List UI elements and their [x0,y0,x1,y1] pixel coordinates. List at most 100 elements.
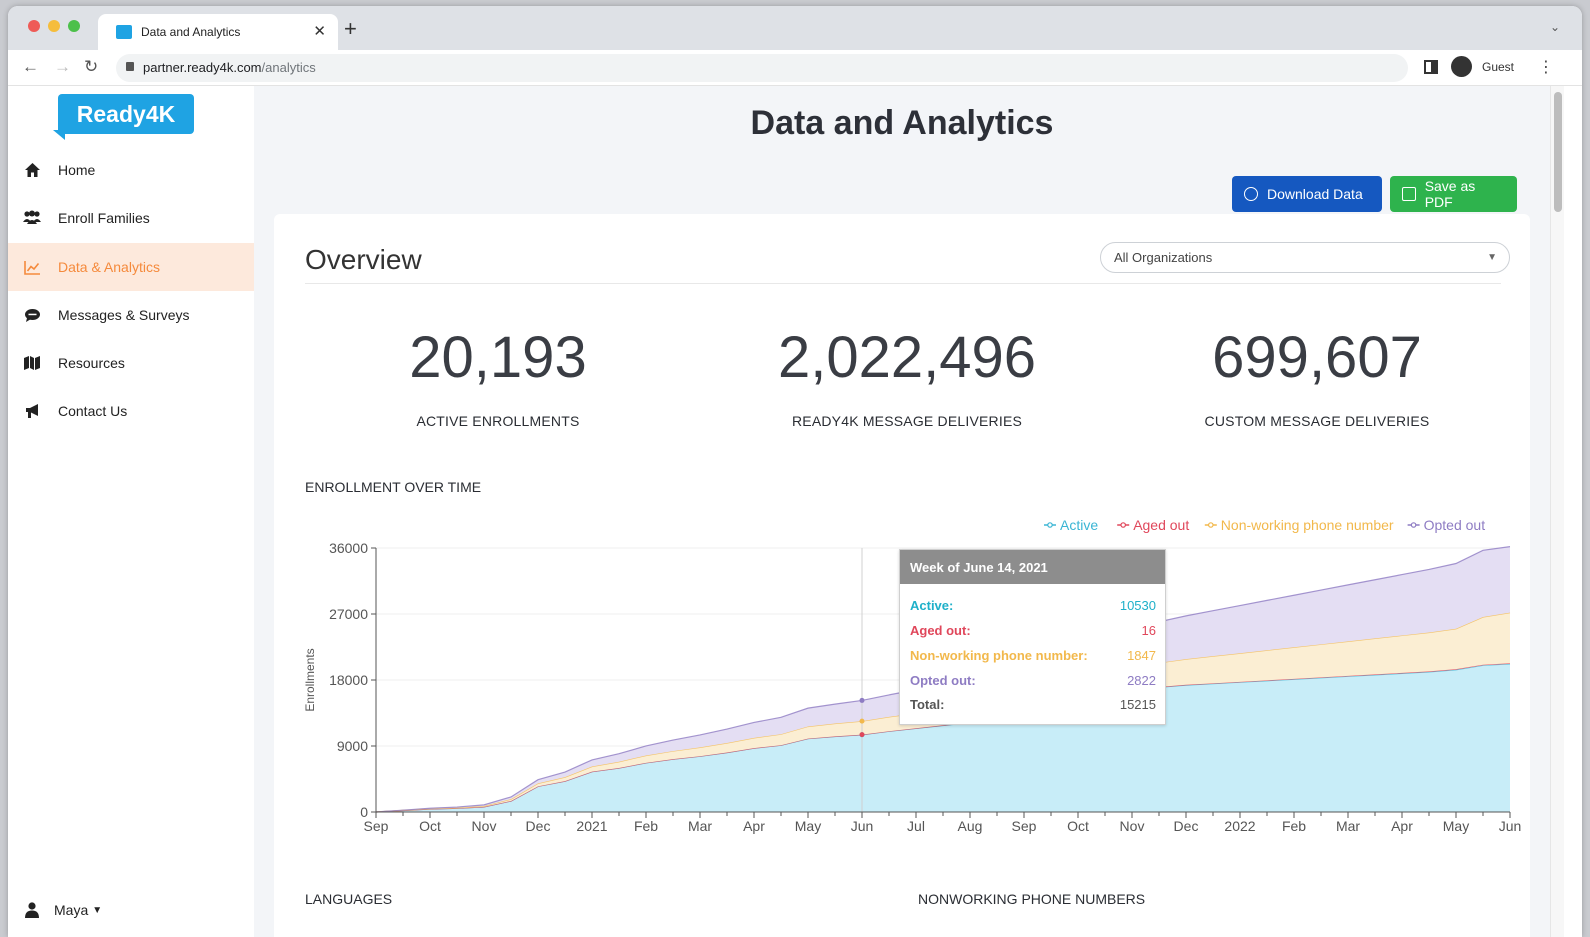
x-tick-label: Mar [688,818,712,834]
sidebar-item-data-analytics[interactable]: Data & Analytics [8,243,254,291]
overview-title: Overview [305,244,422,275]
sidebar-item-label: Enroll Families [58,210,150,226]
download-icon [1244,187,1258,201]
address-toolbar: ← → ↻ partner.ready4k.com/analytics Gues… [8,50,1582,86]
legend-marker [1410,522,1417,528]
legend-marker [1120,522,1127,528]
sidebar-item-messages-surveys[interactable]: Messages & Surveys [8,291,254,339]
x-tick-label: Dec [526,818,551,834]
tooltip-row-active: Active: 10530 [910,598,1156,613]
maximize-window-button[interactable] [68,20,80,32]
megaphone-icon [22,401,42,421]
user-icon [22,900,42,920]
forward-icon[interactable]: → [54,57,71,77]
profile-icon[interactable] [1451,56,1472,77]
tab-search-icon[interactable]: ⌄ [1550,20,1560,34]
tab-title: Data and Analytics [141,25,241,39]
legend-item: Non-working phone number [1221,517,1394,533]
tooltip-row-aged-out: Aged out: 16 [910,623,1156,638]
chart-tooltip: Week of June 14, 2021 Active: 10530 Aged … [899,549,1166,725]
legend-item: Aged out [1133,517,1189,533]
url-text: partner.ready4k.com/analytics [143,60,316,75]
y-tick-label: 27000 [329,606,368,622]
close-tab-icon[interactable]: ✕ [313,22,326,40]
sidebar-item-label: Data & Analytics [58,259,160,275]
x-tick-label: Feb [634,818,658,834]
address-bar[interactable]: partner.ready4k.com/analytics [116,54,1408,82]
x-tick-label: Dec [1174,818,1199,834]
tooltip-row-opted-out: Opted out: 2822 [910,673,1156,688]
y-tick-label: 36000 [329,540,368,556]
y-axis-label: Enrollments [303,648,317,711]
y-tick-label: 18000 [329,672,368,688]
tab-strip: Data and Analytics ✕ + ⌄ [8,6,1582,50]
enrollment-over-time-heading: ENROLLMENT OVER TIME [305,479,482,495]
stat-value: 20,193 [409,325,587,390]
user-name: Maya [54,902,89,918]
x-tick-label: Sep [1012,818,1037,834]
sidebar-item-home[interactable]: Home [8,146,254,194]
sidebar-item-label: Home [58,162,96,178]
x-tick-label: Jun [1499,818,1522,834]
x-tick-label: 2022 [1224,818,1255,834]
x-tick-label: Mar [1336,818,1360,834]
browser-tab[interactable]: Data and Analytics ✕ [98,14,338,50]
download-data-button[interactable]: Download Data [1232,176,1382,212]
sidebar-item-label: Contact Us [58,403,128,419]
chat-icon [22,305,42,325]
stat-label: CUSTOM MESSAGE DELIVERIES [1204,413,1430,429]
x-tick-label: 2021 [576,818,607,834]
legend-marker [1047,522,1053,528]
organization-select[interactable]: All Organizations ▼ [1100,242,1510,273]
minimize-window-button[interactable] [48,20,60,32]
sidebar: Ready4K Home Enroll Families Data & Anal… [8,86,254,937]
user-menu[interactable]: Maya ▼ [22,900,102,920]
x-tick-label: Oct [1067,818,1089,834]
tooltip-row-nonworking: Non-working phone number: 1847 [910,648,1156,663]
stat-value: 2,022,496 [777,325,1037,390]
overview-card: Overview All Organizations ▼ 20,193 ACTI… [274,214,1530,937]
x-tick-label: Oct [419,818,441,834]
page-scrollbar[interactable] [1550,86,1564,937]
stat-ready4k-deliveries: 2,022,496 READY4K MESSAGE DELIVERIES [707,324,1107,429]
profile-label[interactable]: Guest [1482,60,1514,74]
y-tick-label: 9000 [337,738,368,754]
sidebar-item-label: Messages & Surveys [58,307,190,323]
back-icon[interactable]: ← [22,57,39,77]
users-icon [22,208,42,228]
side-panel-icon[interactable] [1424,60,1438,74]
favicon-icon [116,25,132,39]
ready4k-logo[interactable]: Ready4K [53,94,194,140]
scrollbar-thumb[interactable] [1554,92,1562,212]
tooltip-title: Week of June 14, 2021 [900,550,1165,584]
x-tick-label: Jul [907,818,925,834]
document-icon [1402,187,1416,201]
x-tick-label: Apr [743,818,765,834]
reload-icon[interactable]: ↻ [84,57,98,77]
main-content: Data and Analytics Download Data Save as… [254,86,1550,937]
x-tick-label: Apr [1391,818,1413,834]
chart-line-icon [22,257,42,277]
hover-point [859,732,865,738]
caret-down-icon: ▼ [92,904,103,916]
x-tick-label: Aug [958,818,983,834]
x-tick-label: May [1443,818,1469,834]
lock-icon [126,62,134,71]
nonworking-numbers-heading: NONWORKING PHONE NUMBERS [918,891,1146,907]
tooltip-row-total: Total: 15215 [910,697,1156,712]
save-as-pdf-button[interactable]: Save as PDF [1390,176,1517,212]
sidebar-item-resources[interactable]: Resources [8,339,254,387]
browser-menu-icon[interactable]: ⋮ [1538,57,1554,77]
sidebar-item-contact-us[interactable]: Contact Us [8,387,254,435]
hover-point [859,697,865,703]
browser-window: Data and Analytics ✕ + ⌄ ← → ↻ partner.r… [8,6,1582,937]
organization-select-value: All Organizations [1114,250,1213,265]
stat-custom-deliveries: 699,607 CUSTOM MESSAGE DELIVERIES [1117,324,1517,429]
legend-item: Active [1060,517,1098,533]
page-title: Data and Analytics [750,104,1054,142]
close-window-button[interactable] [28,20,40,32]
sidebar-item-enroll-families[interactable]: Enroll Families [8,194,254,242]
new-tab-button[interactable]: + [344,16,357,42]
map-icon [22,353,42,373]
languages-heading: LANGUAGES [305,891,393,907]
